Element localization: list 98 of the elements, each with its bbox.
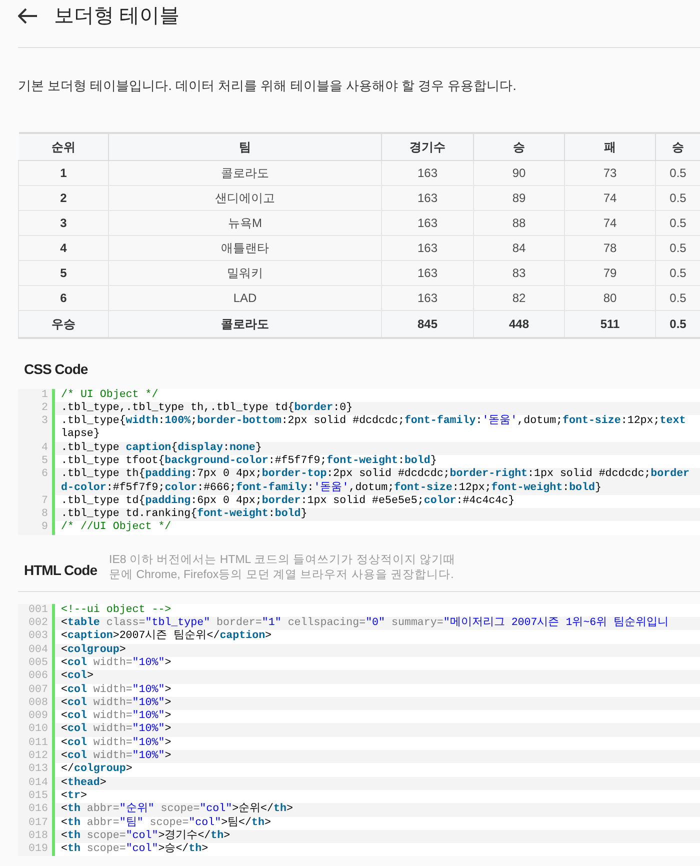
code-line: <!--ui object --> — [60, 604, 172, 617]
code-line: .tbl_type,.tbl_type th,.tbl_type td{border:0} — [60, 402, 353, 415]
total-cell: 511 — [564, 310, 656, 338]
table-cell: 콜로라도 — [108, 160, 382, 186]
line-number: 003 — [18, 630, 55, 644]
code-line: <th scope="col">승</th> — [60, 843, 208, 856]
line-number: 019 — [18, 843, 55, 856]
table-cell: 163 — [382, 286, 474, 310]
line-number: 013 — [18, 763, 55, 777]
code-line: .tbl_type{width:100%;border-bottom:2px solid #dcdcdc;font-family:'돋움',dotum;font-size:12px;text lapse} — [60, 415, 686, 442]
table-cell: 0.5 — [656, 286, 700, 310]
code-line: <th scope="col">경기수</th> — [60, 830, 230, 843]
table-cell: 밀워키 — [108, 260, 382, 286]
column-header: 승 — [656, 132, 700, 160]
line-number: 9 — [18, 521, 55, 535]
code-line: <col width="10%"> — [60, 750, 172, 763]
table-cell: 163 — [382, 210, 474, 236]
table-cell: 73 — [564, 160, 656, 186]
section-heading: CSS Code — [24, 360, 88, 379]
code-line: <caption>2007시즌 팀순위</caption> — [60, 630, 272, 644]
table-cell: 90 — [474, 160, 564, 186]
table-cell: 0.5 — [656, 186, 700, 210]
table-cell: 뉴욕M — [108, 210, 382, 236]
code-line: <col width="10%"> — [60, 684, 172, 697]
table-cell: 79 — [564, 260, 656, 286]
code-line: /* UI Object */ — [60, 388, 158, 402]
column-header: 패 — [564, 132, 656, 160]
table-cell: 3 — [18, 210, 108, 236]
line-number: 005 — [18, 656, 55, 670]
line-number: 4 — [18, 442, 55, 455]
table-cell: 애틀랜타 — [108, 236, 382, 260]
table-cell: 84 — [474, 236, 564, 260]
code-line: .tbl_type td{padding:6px 0 4px;border:1px solid #e5e5e5;color:#4c4c4c} — [60, 494, 515, 508]
table-cell: 74 — [564, 210, 656, 236]
line-number: 7 — [18, 494, 55, 508]
back-arrow-icon[interactable] — [18, 8, 38, 24]
table-cell: 0.5 — [656, 236, 700, 260]
code-line: .tbl_type caption{display:none} — [60, 442, 262, 455]
column-header: 팀 — [108, 132, 382, 160]
line-number: 5 — [18, 454, 55, 468]
table-cell: 0.5 — [656, 260, 700, 286]
code-line: <colgroup> — [60, 644, 126, 657]
code-line: .tbl_type td.ranking{font-weight:bold} — [60, 508, 308, 521]
column-header: 승 — [474, 132, 564, 160]
code-line: <col width="10%"> — [60, 656, 172, 670]
line-number: 3 — [18, 415, 55, 442]
table-cell: 82 — [474, 286, 564, 310]
code-line: <table class="tbl_type" border="1" cellspacing="0" summary="메이저리그 2007시즌 1위~6위 팀순위입니 — [60, 617, 669, 630]
table-cell: 163 — [382, 260, 474, 286]
table-cell: 2 — [18, 186, 108, 210]
line-number: 017 — [18, 816, 55, 830]
code-line: .tbl_type tfoot{background-color:#f5f7f9;font-weight:bold} — [60, 454, 437, 468]
section-heading: HTML Code — [23, 560, 98, 580]
table-cell: 6 — [18, 286, 108, 310]
code-line: /* //UI Object */ — [60, 521, 172, 535]
line-number: 009 — [18, 710, 55, 724]
code-line: <col width="10%"> — [60, 736, 172, 750]
code-line: <col width="10%"> — [60, 723, 172, 737]
line-number: 011 — [18, 736, 55, 750]
code-line: </colgroup> — [60, 763, 132, 777]
code-line: <th abbr="순위" scope="col">순위</th> — [60, 803, 293, 816]
total-cell: 448 — [474, 310, 564, 338]
code-line: <tr> — [60, 790, 87, 803]
table-cell: 0.5 — [656, 210, 700, 236]
total-cell: 0.5 — [656, 310, 700, 338]
table-cell: 78 — [564, 236, 656, 260]
description-text: 기본 보더형 테이블입니다. 데이터 처리를 위해 테이블을 사용해야 할 경우 유용합니다. — [18, 77, 518, 95]
table-cell: 74 — [564, 186, 656, 210]
table-cell: 5 — [18, 260, 108, 286]
code-line: <thead> — [60, 776, 106, 790]
page-title: 보더형 테이블 — [54, 4, 180, 29]
line-number: 001 — [18, 604, 55, 618]
line-number: 007 — [18, 684, 55, 697]
column-header: 경기수 — [382, 132, 474, 160]
code-line: <th abbr="팀" scope="col">팀</th> — [60, 816, 271, 830]
table-cell: 4 — [18, 236, 108, 260]
total-cell: 콜로라도 — [108, 310, 382, 338]
table-cell: 83 — [474, 260, 564, 286]
table-cell: 1 — [18, 160, 108, 186]
table-cell: 샌디에이고 — [108, 186, 382, 210]
table-cell: LAD — [108, 286, 382, 310]
table-cell: 163 — [382, 186, 474, 210]
total-cell: 845 — [382, 310, 474, 338]
table-cell: 88 — [474, 210, 564, 236]
code-line: <col width="10%"> — [60, 710, 172, 723]
total-cell: 우승 — [18, 310, 108, 338]
code-line: <col width="10%"> — [60, 696, 172, 710]
table-cell: 163 — [382, 160, 474, 186]
note-text: IE8 이하 버전에서는 HTML 코드의 들여쓰기가 정상적이지 않기때문에 Chrome, Firefox등의 모던 계열 브라우저 사용을 권장합니다. — [109, 552, 457, 583]
column-header: 순위 — [18, 132, 108, 160]
table-cell: 163 — [382, 236, 474, 260]
code-line: <col> — [60, 670, 94, 684]
table-cell: 0.5 — [656, 160, 700, 186]
table-cell: 89 — [474, 186, 564, 210]
line-number: 1 — [18, 388, 55, 402]
line-number: 015 — [18, 790, 55, 804]
code-line: .tbl_type th{padding:7px 0 4px;border-top:2px solid #dcdcdc;border-right:1px solid #dcdcdc;border d-color:#f5f7f9;color:#666;font-family:'돋움',dotum;font-size:12px;font-weight:bold} — [60, 468, 690, 495]
table-cell: 80 — [564, 286, 656, 310]
